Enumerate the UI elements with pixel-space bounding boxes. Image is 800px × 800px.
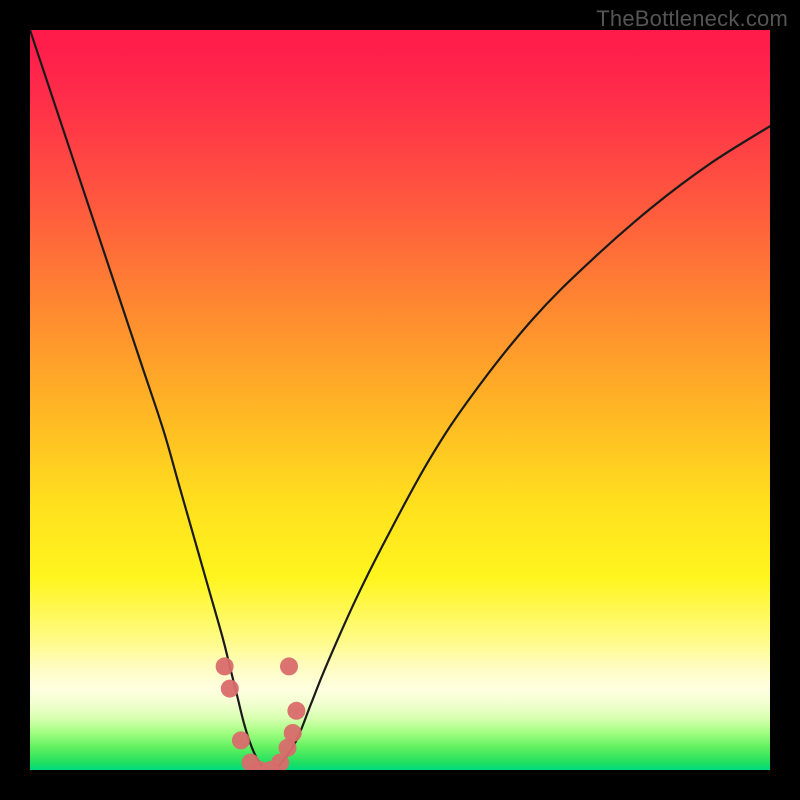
curve-marker bbox=[221, 680, 239, 698]
curve-marker bbox=[287, 702, 305, 720]
chart-frame: TheBottleneck.com bbox=[0, 0, 800, 800]
bottleneck-curve bbox=[30, 30, 770, 770]
plot-area bbox=[30, 30, 770, 770]
curve-layer bbox=[30, 30, 770, 770]
curve-marker bbox=[280, 657, 298, 675]
curve-marker bbox=[216, 657, 234, 675]
curve-marker bbox=[232, 731, 250, 749]
curve-marker bbox=[284, 724, 302, 742]
curve-marker-group bbox=[216, 657, 306, 770]
watermark-text: TheBottleneck.com bbox=[596, 6, 788, 32]
